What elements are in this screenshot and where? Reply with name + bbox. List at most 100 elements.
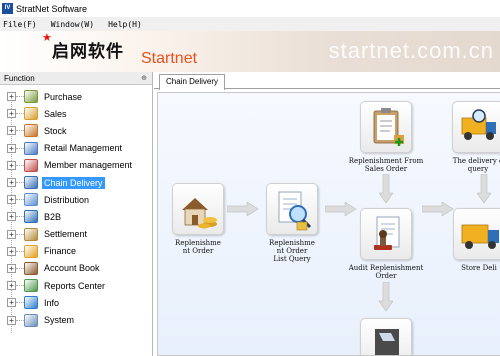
window-title: StratNet Software [16, 3, 88, 14]
node-audit-replenishment[interactable]: Audit Replenishment Order [340, 208, 432, 280]
member-icon [24, 158, 38, 172]
sidebar-item-label: Chain Delivery [42, 176, 105, 189]
sidebar-item-system[interactable]: + System [0, 311, 152, 328]
sidebar-item-purchase[interactable]: + Purchase [0, 88, 152, 105]
sidebar-item-retail-management[interactable]: + Retail Management [0, 140, 152, 157]
sidebar-item-label: Purchase [44, 91, 83, 102]
sidebar-title: Function [4, 73, 35, 83]
sidebar-item-settlement[interactable]: + Settlement [0, 226, 152, 243]
sidebar-item-account-book[interactable]: + Account Book [0, 260, 152, 277]
banner-en-title: Startnet [141, 50, 198, 67]
tree-branch-line [16, 113, 24, 115]
sidebar-item-finance[interactable]: + Finance [0, 243, 152, 260]
sidebar-item-label: B2B [44, 211, 62, 222]
expand-icon[interactable]: + [7, 315, 16, 325]
banner-watermark: startnet.com.cn [328, 38, 494, 63]
function-tree: + Purchase + Sales + Stock + Retail Management +… [0, 85, 152, 333]
finance-icon [24, 244, 38, 258]
menu-bar: File(F) Window(W) Help(H) [0, 17, 500, 31]
truck-search-icon [452, 101, 500, 153]
sidebar-item-label: Member management [44, 160, 133, 171]
node-replenishment-query[interactable]: Replenishme nt Order List Query [261, 183, 323, 263]
app-logo-icon: IV [2, 3, 13, 14]
sidebar-item-chain-delivery[interactable]: + Chain Delivery [0, 174, 152, 191]
sidebar-item-info[interactable]: + Info [0, 294, 152, 311]
main-panel: Chain Delivery Replenishme nt Order Repl… [154, 72, 500, 356]
tree-branch-line [16, 147, 24, 149]
sidebar-item-label: Sales [44, 108, 67, 119]
node-next-step[interactable] [360, 318, 412, 355]
b2b-icon [24, 210, 38, 224]
tree-branch-line [16, 233, 24, 235]
expand-icon[interactable]: + [7, 229, 16, 239]
tab-strip: Chain Delivery [154, 72, 500, 90]
tree-branch-line [16, 216, 24, 218]
title-bar: IV StratNet Software [0, 0, 500, 17]
retail-icon [24, 141, 38, 155]
sidebar-item-label: Distribution [44, 194, 90, 205]
node-from-sales-order[interactable]: Replenishment From Sales Order [342, 101, 430, 173]
clipboard-check-icon [360, 101, 412, 153]
expand-icon[interactable]: + [7, 246, 16, 256]
tree-branch-line [16, 164, 24, 166]
arrow-down-icon [379, 282, 393, 312]
node-label: Audit Replenishment Order [348, 264, 424, 280]
house-coins-icon [172, 183, 224, 235]
node-label: Replenishment From Sales Order [348, 157, 424, 173]
expand-icon[interactable]: + [7, 143, 16, 153]
arrow-down-icon [477, 174, 491, 204]
sidebar-item-label: Reports Center [44, 280, 106, 291]
menu-help[interactable]: Help(H) [108, 20, 142, 29]
tree-branch-line [16, 285, 24, 287]
sidebar-item-label: Account Book [44, 263, 100, 274]
truck-icon [453, 208, 500, 260]
tree-branch-line [16, 302, 24, 304]
function-sidebar: Function ⊕ + Purchase + Sales + Stock + Retail … [0, 72, 153, 356]
magnifier-document-icon [266, 183, 318, 235]
stamp-document-icon [360, 208, 412, 260]
tree-branch-line [16, 250, 24, 252]
node-delivery-query[interactable]: The delivery o query [438, 101, 500, 173]
expand-icon[interactable]: + [7, 298, 16, 308]
expand-icon[interactable]: + [7, 263, 16, 273]
sidebar-item-sales[interactable]: + Sales [0, 105, 152, 122]
info-icon [24, 296, 38, 310]
sidebar-item-distribution[interactable]: + Distribution [0, 191, 152, 208]
sidebar-item-stock[interactable]: + Stock [0, 122, 152, 139]
tree-branch-line [16, 182, 24, 184]
pin-icon[interactable]: ⊕ [141, 74, 147, 82]
node-replenishment-order[interactable]: Replenishme nt Order [168, 183, 228, 255]
node-label: Replenishme nt Order [175, 239, 221, 255]
expand-icon[interactable]: + [7, 281, 16, 291]
expand-icon[interactable]: + [7, 92, 16, 102]
arrow-down-icon [379, 174, 393, 204]
menu-window[interactable]: Window(W) [51, 20, 94, 29]
expand-icon[interactable]: + [7, 160, 16, 170]
tab-chain-delivery[interactable]: Chain Delivery [159, 74, 226, 90]
sidebar-header: Function ⊕ [0, 72, 152, 85]
tree-branch-line [16, 130, 24, 132]
expand-icon[interactable]: + [7, 126, 16, 136]
node-store-delivery[interactable]: Store Deli [444, 208, 500, 272]
settlement-icon [24, 227, 38, 241]
expand-icon[interactable]: + [7, 178, 16, 188]
sidebar-item-label: System [44, 315, 75, 326]
tree-branch-line [16, 319, 24, 321]
node-label: Replenishme nt Order List Query [269, 239, 315, 263]
system-icon [24, 313, 38, 327]
sales-icon [24, 107, 38, 121]
menu-file[interactable]: File(F) [3, 20, 37, 29]
tree-branch-line [16, 199, 24, 201]
dark-document-icon [360, 318, 412, 355]
expand-icon[interactable]: + [7, 109, 16, 119]
expand-icon[interactable]: + [7, 212, 16, 222]
sidebar-item-member-management[interactable]: + Member management [0, 157, 152, 174]
arrow-right-icon [227, 202, 259, 216]
reports-icon [24, 279, 38, 293]
sidebar-item-label: Info [44, 297, 60, 308]
sidebar-item-b2b[interactable]: + B2B [0, 208, 152, 225]
account-book-icon [24, 261, 38, 275]
sidebar-item-label: Stock [44, 125, 67, 136]
expand-icon[interactable]: + [7, 195, 16, 205]
sidebar-item-reports-center[interactable]: + Reports Center [0, 277, 152, 294]
